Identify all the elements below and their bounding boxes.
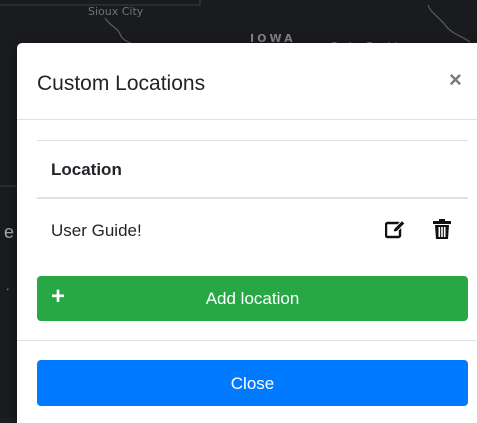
add-location-button[interactable]: + Add location bbox=[37, 276, 468, 321]
table-top-divider bbox=[37, 140, 468, 141]
edit-icon[interactable] bbox=[384, 219, 407, 239]
table-header-location: Location bbox=[51, 160, 122, 179]
close-icon[interactable]: × bbox=[449, 69, 462, 91]
footer-divider bbox=[17, 340, 477, 341]
close-button[interactable]: Close bbox=[37, 360, 468, 406]
custom-locations-modal: Custom Locations × Location User Guide! … bbox=[17, 43, 477, 423]
modal-title: Custom Locations bbox=[37, 72, 206, 95]
location-name: User Guide! bbox=[51, 221, 142, 240]
modal-header: Custom Locations × bbox=[17, 43, 477, 120]
close-button-label: Close bbox=[230, 374, 275, 393]
table-header-divider bbox=[37, 197, 468, 199]
trash-icon[interactable] bbox=[433, 219, 451, 239]
add-location-label: Add location bbox=[205, 289, 300, 308]
